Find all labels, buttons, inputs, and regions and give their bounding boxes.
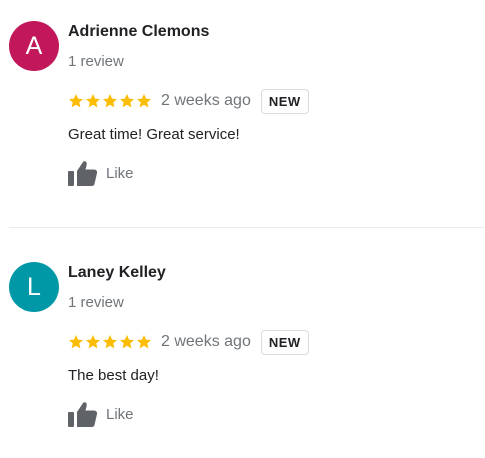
- star-icon: [102, 93, 118, 109]
- star-rating: [68, 93, 153, 109]
- divider: [9, 227, 485, 228]
- review-time: 2 weeks ago: [161, 333, 251, 350]
- star-icon: [136, 93, 152, 109]
- avatar[interactable]: A: [9, 21, 59, 71]
- thumbs-up-icon: [68, 160, 98, 186]
- review-meta: 2 weeks ago NEW: [68, 88, 309, 114]
- avatar-letter: A: [25, 31, 43, 60]
- review-meta: 2 weeks ago NEW: [68, 329, 309, 355]
- star-icon: [119, 334, 135, 350]
- star-rating: [68, 334, 153, 350]
- star-icon: [85, 334, 101, 350]
- review-time: 2 weeks ago: [161, 92, 251, 109]
- new-badge: NEW: [260, 88, 309, 114]
- like-label: Like: [106, 164, 134, 182]
- review-count: 1 review: [68, 294, 124, 311]
- reviewer-name[interactable]: Adrienne Clemons: [68, 23, 209, 41]
- review-text: Great time! Great service!: [68, 126, 240, 143]
- star-icon: [119, 93, 135, 109]
- review-count: 1 review: [68, 53, 124, 70]
- star-icon: [102, 334, 118, 350]
- like-button[interactable]: Like: [68, 401, 134, 427]
- avatar[interactable]: L: [9, 262, 59, 312]
- star-icon: [136, 334, 152, 350]
- review-text: The best day!: [68, 367, 159, 384]
- star-icon: [68, 334, 84, 350]
- avatar-letter: L: [27, 272, 41, 301]
- star-icon: [68, 93, 84, 109]
- reviewer-name[interactable]: Laney Kelley: [68, 264, 166, 282]
- star-icon: [85, 93, 101, 109]
- new-badge: NEW: [260, 329, 309, 355]
- thumbs-up-icon: [68, 401, 98, 427]
- like-button[interactable]: Like: [68, 160, 134, 186]
- like-label: Like: [106, 405, 134, 423]
